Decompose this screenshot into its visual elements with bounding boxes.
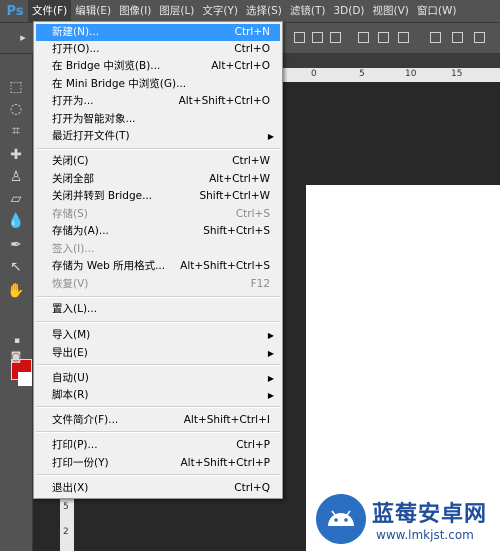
ruler-mark: 5 xyxy=(63,502,69,512)
menu-select[interactable]: 选择(S) xyxy=(242,0,286,22)
menu-window[interactable]: 窗口(W) xyxy=(413,0,461,22)
submenu-arrow-icon: ▶ xyxy=(267,331,274,340)
align-center-icon[interactable] xyxy=(378,32,389,43)
file-menu-dropdown: 新建(N)... Ctrl+N 打开(O)... Ctrl+O 在 Bridge 中… xyxy=(33,21,283,499)
menu-item-place[interactable]: 置入(L)... xyxy=(36,301,280,318)
menu-layer[interactable]: 图层(L) xyxy=(155,0,198,22)
submenu-arrow-icon: ▶ xyxy=(267,374,274,383)
align-top-icon[interactable] xyxy=(294,32,305,43)
submenu-arrow-icon: ▶ xyxy=(267,132,274,141)
quick-mask-icon[interactable]: ◙ xyxy=(7,348,25,366)
menu-item-browse-bridge[interactable]: 在 Bridge 中浏览(B)... Alt+Ctrl+O xyxy=(36,58,280,75)
menu-item-close-all[interactable]: 关闭全部 Alt+Ctrl+W xyxy=(36,171,280,188)
menu-item-import[interactable]: 导入(M) ▶ xyxy=(36,327,280,344)
android-robot-icon xyxy=(316,494,366,544)
menu-separator xyxy=(36,148,280,150)
menu-3d[interactable]: 3D(D) xyxy=(329,0,368,22)
menu-item-revert: 恢复(V) F12 xyxy=(52,278,270,290)
ruler-mark: 0 xyxy=(311,69,317,79)
distribute-top-icon[interactable] xyxy=(430,32,441,43)
menu-image[interactable]: 图像(I) xyxy=(115,0,155,22)
watermark-url: www.lmkjst.com xyxy=(376,528,474,542)
menu-item-automate[interactable]: 自动(U) ▶ xyxy=(36,370,280,387)
menu-item-new[interactable]: 新建(N)... Ctrl+N xyxy=(36,24,280,41)
menu-item-browse-mini-bridge[interactable]: 在 Mini Bridge 中浏览(G)... xyxy=(36,76,280,93)
menu-item-exit[interactable]: 退出(X) Ctrl+Q xyxy=(36,480,280,497)
submenu-arrow-icon: ▶ xyxy=(267,349,274,358)
distribute-middle-icon[interactable] xyxy=(452,32,463,43)
align-left-icon[interactable] xyxy=(358,32,369,43)
menu-separator xyxy=(36,296,280,298)
menu-item-close[interactable]: 关闭(C) Ctrl+W xyxy=(36,153,280,170)
menu-item-save-for-web[interactable]: 存储为 Web 所用格式... Alt+Shift+Ctrl+S xyxy=(36,258,280,275)
pen-tool-icon[interactable]: ✒ xyxy=(7,236,25,254)
ruler-mark: 15 xyxy=(451,69,463,79)
menu-item-print-one-copy[interactable]: 打印一份(Y) Alt+Shift+Ctrl+P xyxy=(36,455,280,472)
menu-edit[interactable]: 编辑(E) xyxy=(71,0,115,22)
menu-item-save-as[interactable]: 存储为(A)... Shift+Ctrl+S xyxy=(36,223,280,240)
align-middle-icon[interactable] xyxy=(312,32,323,43)
menu-separator xyxy=(36,431,280,433)
clone-stamp-tool-icon[interactable]: ♙ xyxy=(7,168,25,186)
menu-bar: Ps 文件(F) 编辑(E) 图像(I) 图层(L) 文字(Y) 选择(S) 滤… xyxy=(0,0,500,23)
menu-item-export[interactable]: 导出(E) ▶ xyxy=(36,345,280,362)
menu-separator xyxy=(36,406,280,408)
menu-view[interactable]: 视图(V) xyxy=(369,0,413,22)
menu-item-print[interactable]: 打印(P)... Ctrl+P xyxy=(36,437,280,454)
watermark-title: 蓝莓安卓网 xyxy=(372,502,488,527)
menu-separator xyxy=(36,364,280,366)
hand-tool-icon[interactable]: ✋ xyxy=(7,282,25,300)
ruler-mark: 5 xyxy=(359,69,365,79)
app-logo: Ps xyxy=(6,3,24,19)
spot-healing-tool-icon[interactable]: ✚ xyxy=(7,146,25,164)
menu-separator xyxy=(36,474,280,476)
menu-file[interactable]: 文件(F) xyxy=(28,0,72,22)
menu-item-save: 存储(S) Ctrl+S xyxy=(52,208,270,220)
background-color-swatch[interactable] xyxy=(18,372,32,386)
menu-item-open-as[interactable]: 打开为... Alt+Shift+Ctrl+O xyxy=(36,93,280,110)
menu-item-open-as-smart-object[interactable]: 打开为智能对象... xyxy=(36,111,280,128)
menu-item-open[interactable]: 打开(O)... Ctrl+O xyxy=(36,41,280,58)
ruler-mark: 10 xyxy=(405,69,417,79)
menu-item-file-info[interactable]: 文件简介(F)... Alt+Shift+Ctrl+I xyxy=(36,412,280,429)
menu-type[interactable]: 文字(Y) xyxy=(198,0,242,22)
menu-item-close-go-bridge[interactable]: 关闭并转到 Bridge... Shift+Ctrl+W xyxy=(36,188,280,205)
ruler-mark: 2 xyxy=(63,527,69,537)
tools-panel: ⬚ ◌ ⌗ ✚ ♙ ▱ 💧 ✒ ↖ ✋ ▪ ◙ xyxy=(0,54,33,551)
menu-item-check-in: 签入(I)... xyxy=(52,243,95,255)
align-bottom-icon[interactable] xyxy=(330,32,341,43)
menu-item-scripts[interactable]: 脚本(R) ▶ xyxy=(36,387,280,404)
menu-separator xyxy=(36,321,280,323)
path-selection-tool-icon[interactable]: ↖ xyxy=(7,258,25,276)
move-tool-preset-icon[interactable]: ▸ xyxy=(14,29,32,47)
distribute-bottom-icon[interactable] xyxy=(474,32,485,43)
lasso-tool-icon[interactable]: ◌ xyxy=(7,100,25,118)
menu-filter[interactable]: 滤镜(T) xyxy=(286,0,330,22)
align-right-icon[interactable] xyxy=(398,32,409,43)
site-watermark: 蓝莓安卓网 www.lmkjst.com xyxy=(310,488,500,551)
eraser-tool-icon[interactable]: ▱ xyxy=(7,190,25,208)
blur-tool-icon[interactable]: 💧 xyxy=(7,212,25,230)
crop-tool-icon[interactable]: ⌗ xyxy=(7,122,25,140)
marquee-tool-icon[interactable]: ⬚ xyxy=(7,78,25,96)
submenu-arrow-icon: ▶ xyxy=(267,391,274,400)
menu-item-open-recent[interactable]: 最近打开文件(T) ▶ xyxy=(36,128,280,145)
